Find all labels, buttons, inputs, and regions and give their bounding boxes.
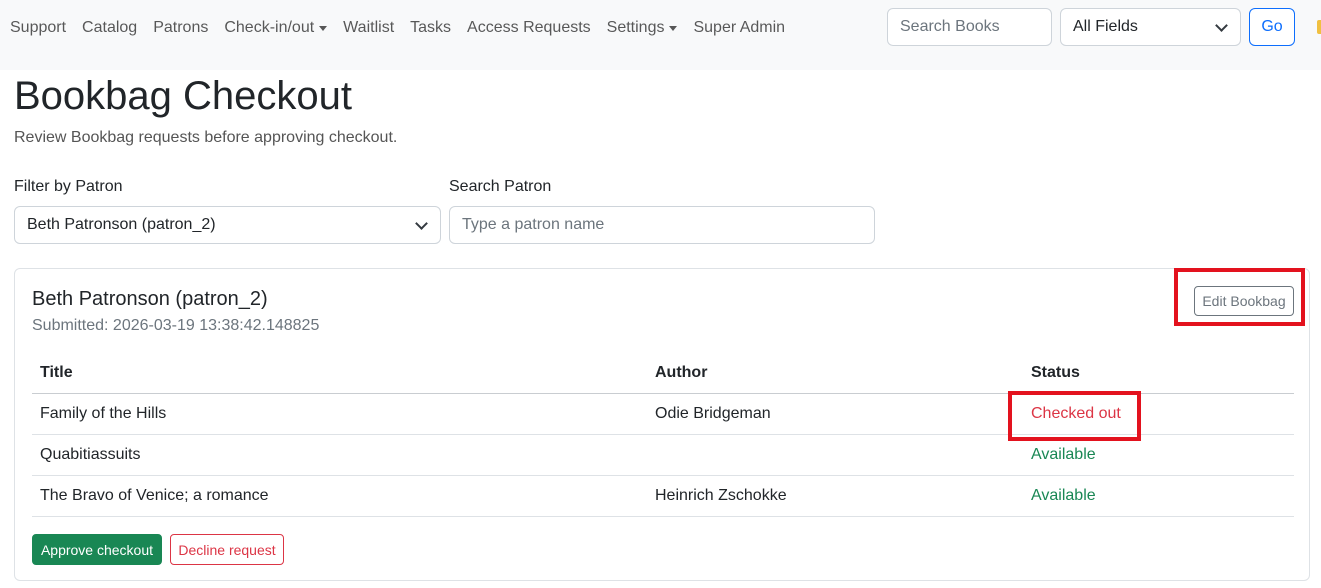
- bookbag-patron-name: Beth Patronson (patron_2): [32, 288, 268, 310]
- top-navbar: Support Catalog Patrons Check-in/out Wai…: [0, 0, 1321, 70]
- bookbag-table: Title Author Status Family of the Hills …: [32, 353, 1294, 517]
- filter-patron-label: Filter by Patron: [14, 178, 123, 195]
- edge-indicator: [1317, 20, 1321, 34]
- bookbag-card: Beth Patronson (patron_2) Submitted: 202…: [14, 268, 1310, 581]
- nav-item-waitlist[interactable]: Waitlist: [343, 19, 394, 37]
- book-title: Family of the Hills: [40, 405, 167, 422]
- nav-item-access-requests[interactable]: Access Requests: [467, 19, 591, 37]
- table-row: The Bravo of Venice; a romance Heinrich …: [32, 476, 1294, 517]
- book-status: Checked out: [1031, 405, 1121, 422]
- chevron-down-icon: [1215, 19, 1228, 32]
- column-header-status: Status: [1031, 364, 1080, 381]
- table-row: Quabitiassuits Available: [32, 435, 1294, 476]
- column-header-title: Title: [40, 364, 73, 381]
- book-title: The Bravo of Venice; a romance: [40, 487, 269, 504]
- search-patron-label: Search Patron: [449, 178, 552, 195]
- caret-down-icon: [319, 25, 328, 31]
- search-field-select[interactable]: All Fields: [1060, 8, 1241, 46]
- bookbag-submitted-time: Submitted: 2026-03-19 13:38:42.148825: [32, 317, 320, 334]
- filter-patron-select[interactable]: Beth Patronson (patron_2): [14, 206, 441, 244]
- table-row: Family of the Hills Odie Bridgeman Check…: [32, 394, 1294, 435]
- book-status: Available: [1031, 446, 1096, 463]
- nav-item-support[interactable]: Support: [10, 19, 66, 37]
- nav-links: Support Catalog Patrons Check-in/out Wai…: [10, 0, 801, 56]
- book-status: Available: [1031, 487, 1096, 504]
- book-author: Heinrich Zschokke: [655, 487, 787, 504]
- nav-item-check-in-out[interactable]: Check-in/out: [224, 19, 328, 37]
- nav-item-tasks[interactable]: Tasks: [410, 19, 451, 37]
- nav-item-settings[interactable]: Settings: [607, 19, 678, 37]
- edit-bookbag-button[interactable]: Edit Bookbag: [1194, 286, 1294, 316]
- book-author: Odie Bridgeman: [655, 405, 771, 422]
- chevron-down-icon: [415, 217, 428, 230]
- nav-item-patrons[interactable]: Patrons: [153, 19, 208, 37]
- book-title: Quabitiassuits: [40, 446, 141, 463]
- table-header-row: Title Author Status: [32, 353, 1294, 394]
- approve-checkout-button[interactable]: Approve checkout: [32, 534, 162, 565]
- page-subtitle: Review Bookbag requests before approving…: [14, 129, 398, 146]
- page-title: Bookbag Checkout: [14, 74, 353, 118]
- nav-item-super-admin[interactable]: Super Admin: [693, 19, 785, 37]
- search-books-input[interactable]: [887, 8, 1052, 46]
- column-header-author: Author: [655, 364, 708, 381]
- caret-down-icon: [669, 25, 678, 31]
- search-patron-input[interactable]: [449, 206, 875, 244]
- nav-item-catalog[interactable]: Catalog: [82, 19, 137, 37]
- go-button[interactable]: Go: [1249, 8, 1295, 46]
- decline-request-button[interactable]: Decline request: [170, 534, 284, 565]
